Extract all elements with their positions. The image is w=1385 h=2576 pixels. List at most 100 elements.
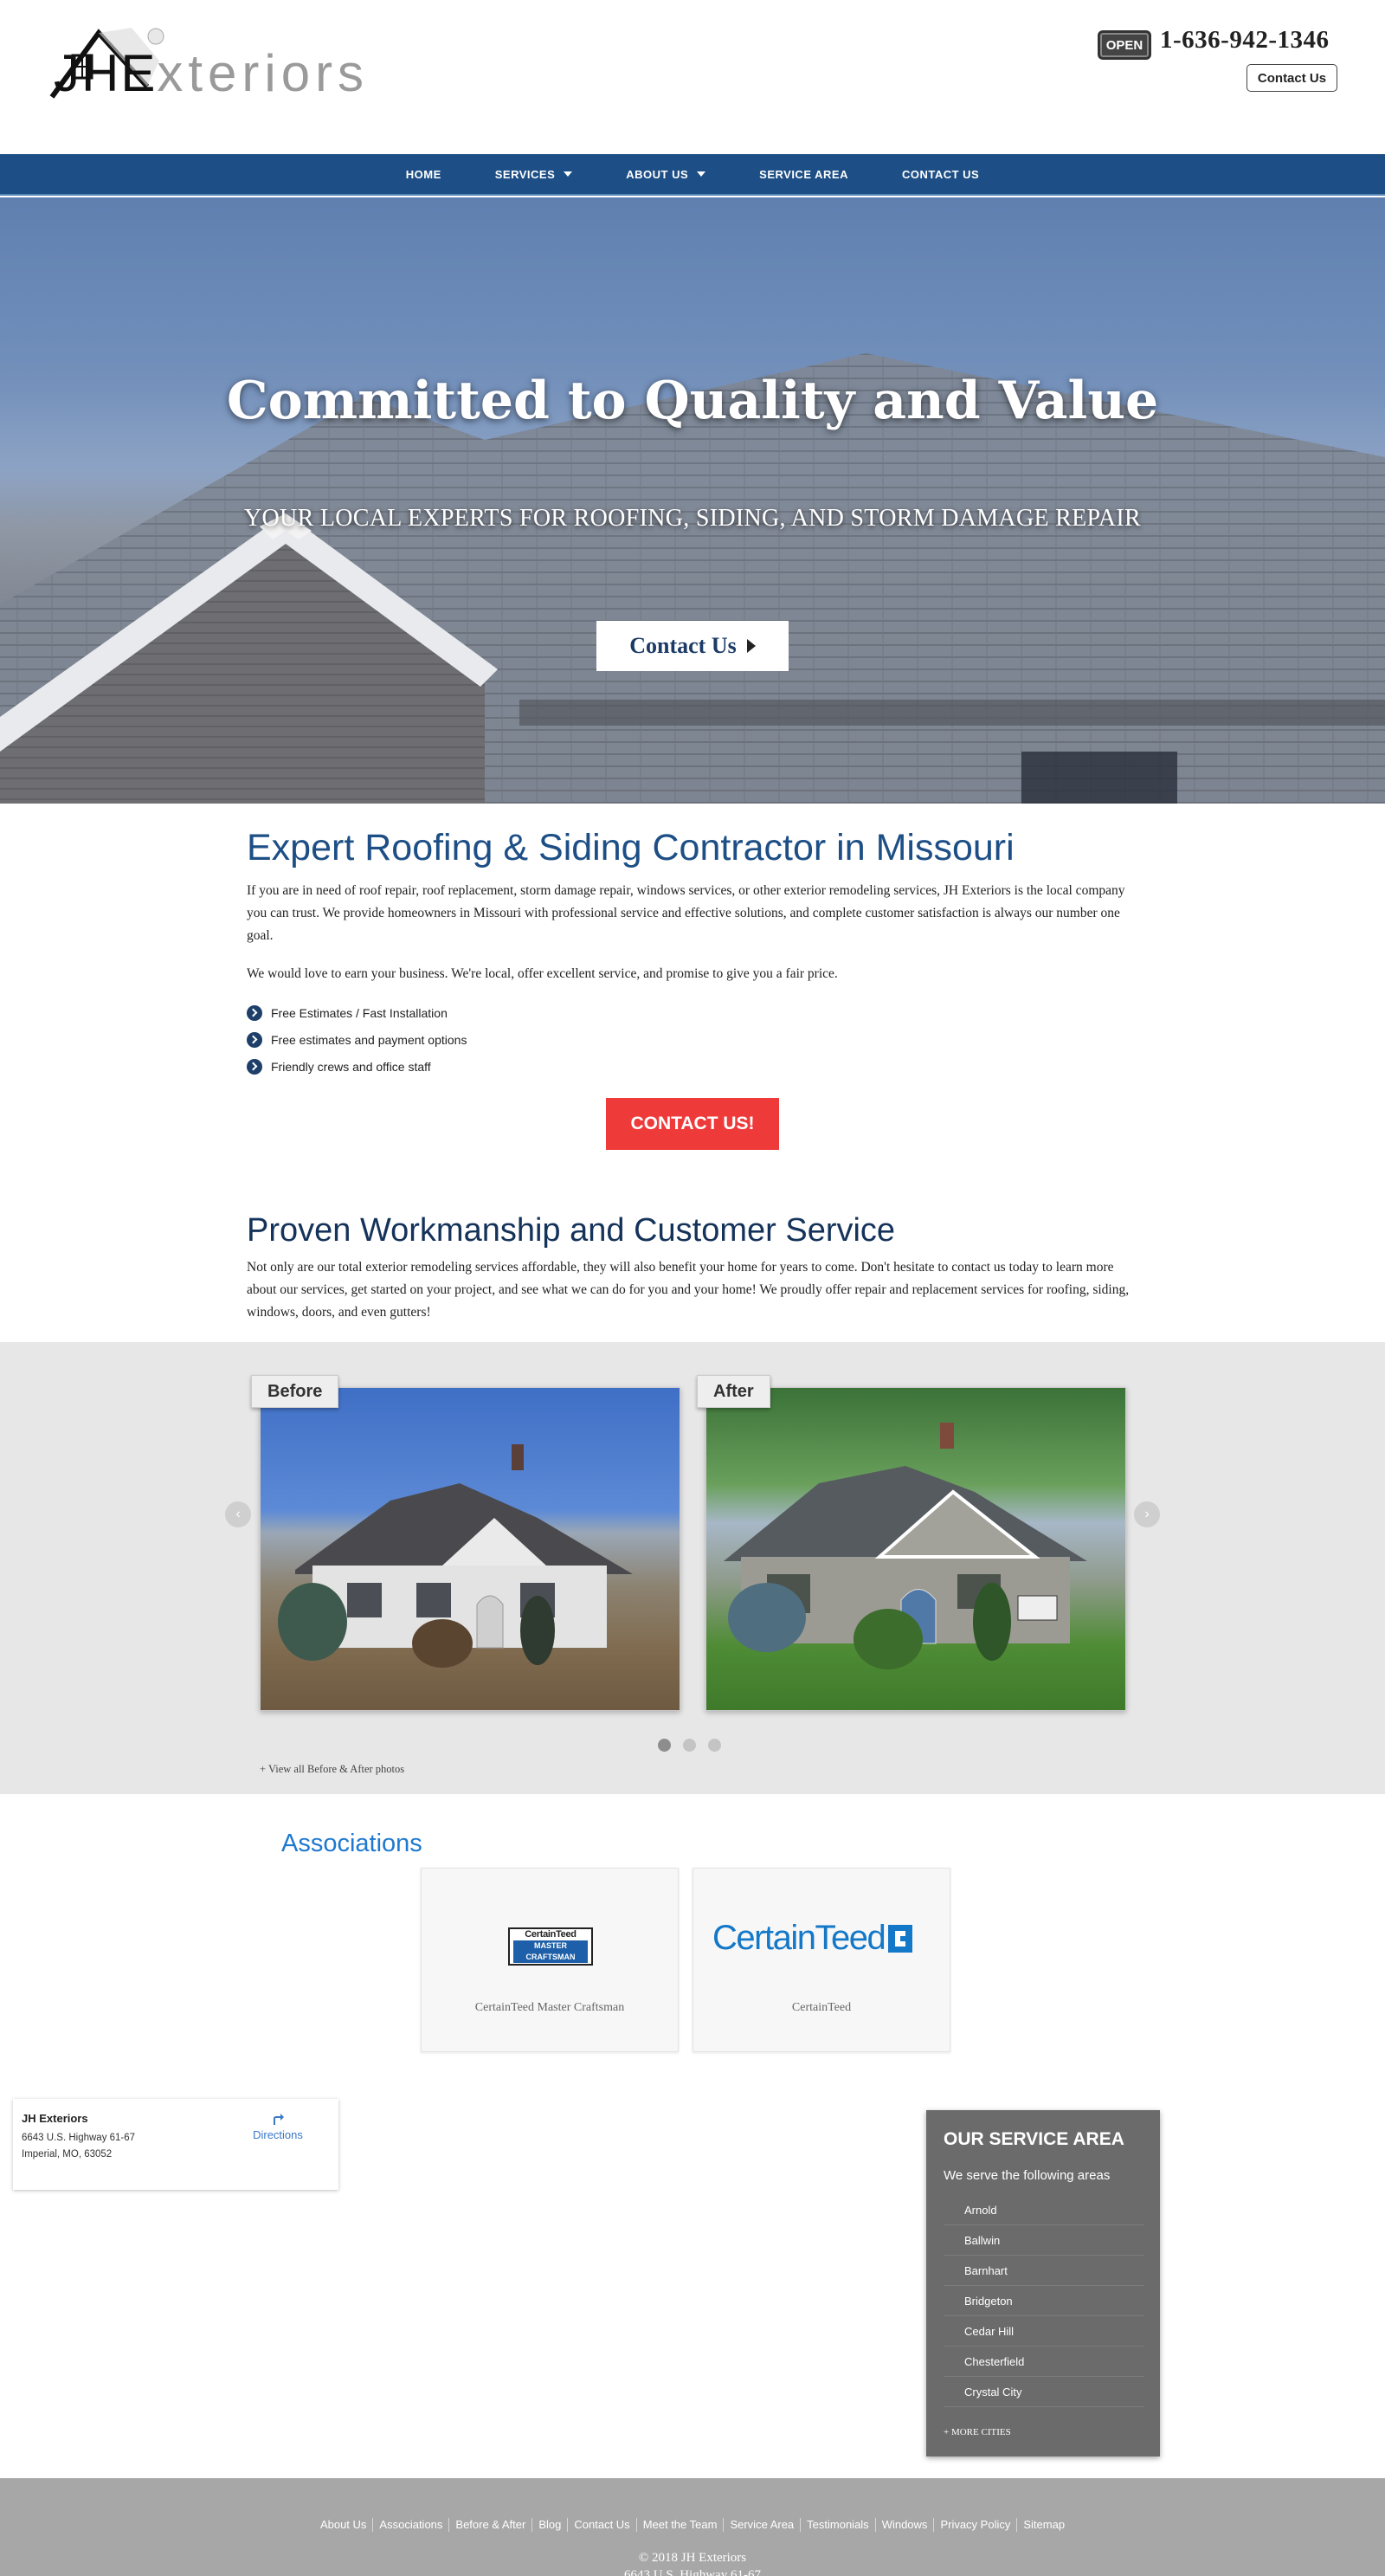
house-before-image: [278, 1444, 633, 1668]
nav-service-area-label: SERVICE AREA: [759, 167, 848, 181]
footer-link-about-us[interactable]: About Us: [314, 2518, 374, 2532]
contact-us-cta-button[interactable]: CONTACT US!: [606, 1098, 779, 1150]
chevron-down-icon: [697, 171, 706, 177]
list-item: Free Estimates / Fast Installation: [247, 999, 1138, 1026]
list-item-label: Free Estimates / Fast Installation: [271, 1005, 448, 1020]
hero-contact-button[interactable]: Contact Us: [596, 621, 789, 671]
service-city-link[interactable]: Arnold: [944, 2195, 1144, 2225]
list-item-label: Friendly crews and office staff: [271, 1059, 431, 1074]
list-item-label: Free estimates and payment options: [271, 1032, 467, 1047]
directions-link[interactable]: Directions: [243, 2111, 312, 2141]
prev-arrow-icon[interactable]: ‹: [225, 1501, 251, 1527]
more-cities-link[interactable]: + MORE CITIES: [944, 2427, 1011, 2437]
business-address: 6643 U.S. Highway 61-67 Imperial, MO, 63…: [22, 2130, 135, 2163]
service-city-link[interactable]: Barnhart: [944, 2256, 1144, 2286]
logo-bold: JHE: [54, 44, 158, 102]
footer-link-service-area[interactable]: Service Area: [724, 2518, 802, 2532]
main-nav: HOME SERVICES ABOUT US SERVICE AREA CONT…: [0, 154, 1385, 196]
next-arrow-icon[interactable]: ›: [1134, 1501, 1160, 1527]
before-photo[interactable]: [260, 1387, 680, 1711]
associations-heading: Associations: [281, 1830, 422, 1857]
logo-line-1: CertainTeed: [525, 1929, 577, 1940]
intro-paragraph-1: If you are in need of roof repair, roof …: [247, 883, 1125, 943]
after-label: After: [697, 1375, 770, 1408]
carousel-dot[interactable]: [683, 1739, 696, 1752]
view-all-photos-link[interactable]: + View all Before & After photos: [260, 1763, 404, 1776]
service-area-list: Arnold Ballwin Barnhart Bridgeton Cedar …: [944, 2195, 1144, 2407]
hero-title: Committed to Quality and Value: [226, 371, 1159, 431]
service-city-link[interactable]: Chesterfield: [944, 2347, 1144, 2377]
nav-service-area[interactable]: SERVICE AREA: [732, 154, 875, 194]
service-city-link[interactable]: Crystal City: [944, 2377, 1144, 2407]
certainteed-master-craftsman-logo: CertainTeed MASTER CRAFTSMAN: [508, 1927, 593, 1966]
nav-contact-us[interactable]: CONTACT US: [875, 154, 1006, 194]
footer-link-meet-the-team[interactable]: Meet the Team: [637, 2518, 725, 2532]
carousel-dot[interactable]: [658, 1739, 671, 1752]
before-label: Before: [251, 1375, 339, 1408]
address-line-1: 6643 U.S. Highway 61-67: [22, 2133, 136, 2143]
footer-link-associations[interactable]: Associations: [373, 2518, 450, 2532]
proven-section: Proven Workmanship and Customer Service …: [247, 1212, 1138, 1324]
feature-list: Free Estimates / Fast Installation Free …: [247, 999, 1138, 1080]
nav-home-label: HOME: [405, 167, 441, 181]
list-item: Free estimates and payment options: [247, 1026, 1138, 1053]
nav-services-label: SERVICES: [494, 167, 556, 181]
association-caption: CertainTeed Master Craftsman: [474, 2001, 625, 2014]
chevron-down-icon: [564, 171, 573, 177]
copyright: © 2018 JH Exteriors: [638, 2551, 747, 2565]
logo-text: CertainTeed: [712, 1919, 886, 1957]
association-card[interactable]: CertainTeed MASTER CRAFTSMAN CertainTeed…: [421, 1868, 679, 2052]
after-photo[interactable]: [705, 1387, 1126, 1711]
hero-button-label: Contact Us: [629, 633, 737, 658]
caret-right-icon: [746, 639, 756, 653]
footer-link-privacy-policy[interactable]: Privacy Policy: [934, 2518, 1018, 2532]
nav-contact-label: CONTACT US: [901, 167, 980, 181]
certainteed-logo: CertainTeed: [712, 1919, 913, 1958]
association-card[interactable]: CertainTeed CertainTeed: [692, 1868, 950, 2052]
header-contact-button[interactable]: Contact Us: [1246, 64, 1337, 92]
footer-link-testimonials[interactable]: Testimonials: [801, 2518, 876, 2532]
hero-banner: Committed to Quality and Value YOUR LOCA…: [0, 197, 1385, 804]
map-info-card: JH Exteriors 6643 U.S. Highway 61-67 Imp…: [13, 2099, 338, 2190]
service-area-title: OUR SERVICE AREA: [944, 2129, 1124, 2149]
service-area-widget: OUR SERVICE AREA We serve the following …: [926, 2110, 1160, 2457]
chevron-circle-icon: [247, 1004, 262, 1021]
open-badge: OPEN: [1098, 30, 1151, 60]
proven-paragraph: Not only are our total exterior remodeli…: [247, 1260, 1130, 1320]
footer-link-windows[interactable]: Windows: [876, 2518, 935, 2532]
intro-paragraph-2: We would love to earn your business. We'…: [247, 966, 838, 981]
before-after-gallery: ‹ Before After › + View all Before & Aft…: [0, 1342, 1385, 1794]
service-city-link[interactable]: Bridgeton: [944, 2286, 1144, 2316]
carousel-dot[interactable]: [708, 1739, 721, 1752]
directions-label: Directions: [253, 2128, 303, 2141]
hero-roof-image: [0, 353, 1385, 804]
footer-link-before-after[interactable]: Before & After: [449, 2518, 533, 2532]
nav-services[interactable]: SERVICES: [468, 154, 600, 194]
footer-address: 6643 U.S. Highway 61-67: [624, 2568, 761, 2576]
business-name: JH Exteriors: [22, 2112, 88, 2125]
logo-light: xteriors: [157, 44, 370, 102]
service-city-link[interactable]: Ballwin: [944, 2225, 1144, 2256]
proven-heading: Proven Workmanship and Customer Service: [247, 1212, 896, 1249]
nav-about-us[interactable]: ABOUT US: [599, 154, 732, 194]
footer-link-contact-us[interactable]: Contact Us: [568, 2518, 637, 2532]
nav-about-label: ABOUT US: [626, 167, 689, 181]
carousel-dots: [658, 1739, 721, 1752]
service-city-link[interactable]: Cedar Hill: [944, 2316, 1144, 2347]
service-area-subtitle: We serve the following areas: [944, 2168, 1111, 2183]
directions-icon: [274, 2114, 284, 2125]
footer-link-sitemap[interactable]: Sitemap: [1017, 2518, 1071, 2532]
site-header: JHExteriors OPEN 1-636-942-1346 Contact …: [0, 0, 1385, 154]
logo-wordmark: JHExteriors: [54, 43, 369, 103]
list-item: Friendly crews and office staff: [247, 1053, 1138, 1080]
footer-link-blog[interactable]: Blog: [532, 2518, 569, 2532]
phone-number[interactable]: 1-636-942-1346: [1160, 26, 1329, 55]
association-caption: CertainTeed: [791, 2001, 852, 2014]
logo-line-3: CRAFTSMAN: [513, 1952, 588, 1963]
nav-home[interactable]: HOME: [379, 154, 468, 194]
hero-subtitle: YOUR LOCAL EXPERTS FOR ROOFING, SIDING, …: [244, 505, 1141, 532]
house-after-image: [724, 1423, 1087, 1669]
certainteed-mark-icon: [888, 1924, 913, 1953]
footer-links: About Us Associations Before & After Blo…: [0, 2518, 1385, 2532]
chevron-circle-icon: [247, 1031, 262, 1048]
